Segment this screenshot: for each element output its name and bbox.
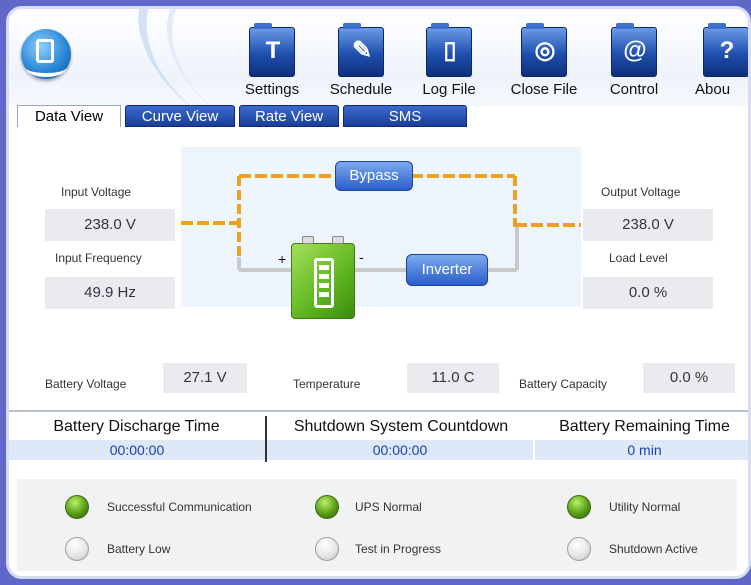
close-file-button[interactable]: ◎ Close File [509, 23, 579, 98]
output-voltage-label: Output Voltage [601, 185, 681, 199]
logo-swirl [26, 59, 66, 77]
discharge-time-value: 00:00:00 [9, 440, 265, 460]
temperature-value: 11.0 C [407, 363, 499, 393]
inverter-block: Inverter [406, 254, 488, 286]
load-level-value: 0.0 % [583, 277, 713, 309]
ups-normal-label: UPS Normal [355, 500, 422, 514]
battery-voltage-label: Battery Voltage [45, 377, 127, 391]
input-voltage-label: Input Voltage [61, 185, 132, 199]
battery-low-label: Battery Low [107, 542, 171, 556]
schedule-label: Schedule [329, 81, 393, 98]
tab-curve-view[interactable]: Curve View [125, 105, 235, 127]
ups-normal-led [315, 495, 339, 519]
schedule-button[interactable]: ✎ Schedule [326, 23, 396, 98]
control-icon: @ [611, 23, 657, 77]
control-button[interactable]: @ Control [599, 23, 669, 98]
close-file-icon: ◎ [521, 23, 567, 77]
schedule-icon: ✎ [338, 23, 384, 77]
log-file-button[interactable]: ▯ Log File [414, 23, 484, 98]
toolbar: T Settings ✎ Schedule ▯ Log File ◎ Close… [9, 9, 748, 193]
log-file-label: Log File [422, 81, 476, 98]
about-label: Abou [695, 81, 731, 98]
battery-plus: + [278, 251, 287, 267]
tab-sms[interactable]: SMS [343, 105, 467, 127]
status-panel: Successful Communication UPS Normal Util… [17, 479, 737, 571]
battery-voltage-value: 27.1 V [163, 363, 247, 393]
battery-low-led [65, 537, 89, 561]
settings-icon: T [249, 23, 295, 77]
shutdown-countdown-value: 00:00:00 [267, 440, 533, 460]
about-button[interactable]: ? Abou [691, 23, 748, 98]
about-icon: ? [703, 23, 748, 77]
control-label: Control [609, 81, 659, 98]
shutdown-active-label: Shutdown Active [609, 542, 698, 556]
settings-label: Settings [244, 81, 300, 98]
log-file-icon: ▯ [426, 23, 472, 77]
tab-rate-view[interactable]: Rate View [239, 105, 339, 127]
tab-data-view[interactable]: Data View [17, 105, 121, 127]
input-frequency-value: 49.9 Hz [45, 277, 175, 309]
utility-normal-led [567, 495, 591, 519]
output-voltage-value: 238.0 V [583, 209, 713, 241]
remaining-time-header: Battery Remaining Time [559, 418, 730, 435]
battery-icon [291, 236, 355, 319]
battery-capacity-value: 0.0 % [643, 363, 735, 393]
app-logo [21, 29, 71, 79]
successful-communication-label: Successful Communication [107, 500, 252, 514]
table-top-divider [9, 410, 748, 412]
battery-minus: - [359, 249, 364, 265]
input-frequency-label: Input Frequency [55, 251, 142, 265]
test-in-progress-label: Test in Progress [355, 542, 442, 556]
remaining-time-value: 0 min [535, 440, 748, 460]
data-view-panel: Input Voltage 238.0 V Input Frequency 49… [9, 127, 748, 576]
successful-communication-led [65, 495, 89, 519]
battery-capacity-label: Battery Capacity [519, 377, 608, 391]
shutdown-active-led [567, 537, 591, 561]
app-window: T Settings ✎ Schedule ▯ Log File ◎ Close… [6, 6, 751, 579]
bypass-block: Bypass [335, 161, 413, 191]
close-file-label: Close File [510, 81, 578, 98]
load-level-label: Load Level [609, 251, 668, 265]
shutdown-countdown-header: Shutdown System Countdown [293, 418, 509, 435]
temperature-label: Temperature [293, 377, 361, 391]
utility-normal-label: Utility Normal [609, 500, 681, 514]
test-in-progress-led [315, 537, 339, 561]
settings-button[interactable]: T Settings [237, 23, 307, 98]
table-column-divider [265, 416, 267, 462]
discharge-time-header: Battery Discharge Time [53, 418, 220, 435]
input-voltage-value: 238.0 V [45, 209, 175, 241]
